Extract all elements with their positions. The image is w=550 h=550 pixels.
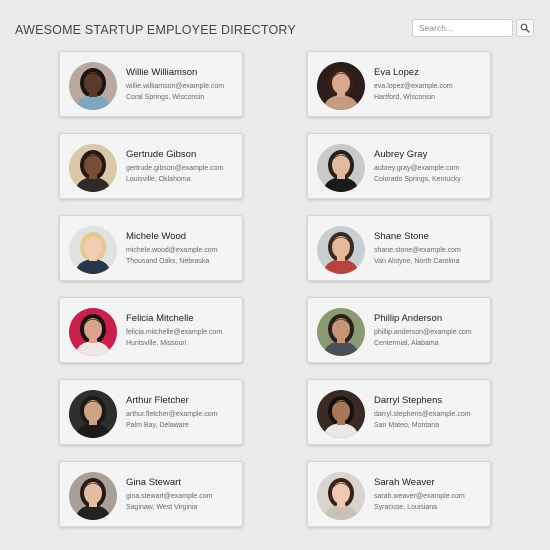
employee-name: Sarah Weaver — [374, 477, 435, 488]
employee-avatar — [69, 62, 117, 110]
employee-card[interactable]: Arthur Fletcher arthur.fletcher@example.c… — [59, 379, 243, 445]
employee-card[interactable]: Gertrude Gibson gertrude.gibson@example.c… — [59, 133, 243, 199]
employee-email: gertrude.gibson@example.com — [126, 165, 224, 172]
search-form — [412, 19, 534, 38]
employee-email: gina.stewart@example.com — [126, 493, 213, 500]
employee-card[interactable]: Darryl Stephens darryl.stephens@example.c… — [307, 379, 491, 445]
employee-email: eva.lopez@example.com — [374, 83, 453, 90]
employee-location: Centennial, Alabama — [374, 340, 439, 347]
employee-email: felicia.mitchelle@example.com — [126, 329, 223, 336]
employee-name: Phillip Anderson — [374, 313, 443, 324]
employee-avatar — [317, 308, 365, 356]
employee-info: Darryl Stephens darryl.stephens@example.c… — [374, 394, 490, 430]
employee-location: San Mateo, Montana — [374, 422, 439, 429]
employee-name: Shane Stone — [374, 231, 429, 242]
employee-location: Huntsville, Missouri — [126, 340, 187, 347]
employee-email: willie.williamson@example.com — [126, 83, 225, 90]
employee-card[interactable]: Eva Lopez eva.lopez@example.com Hartford, … — [307, 51, 491, 117]
employee-email: sarah.weaver@example.com — [374, 493, 465, 500]
employee-email: phillip.anderson@example.com — [374, 329, 472, 336]
employee-name: Arthur Fletcher — [126, 395, 189, 406]
employee-info: Shane Stone shane.stone@example.com Van Al… — [374, 230, 490, 266]
employee-location: Van Alstyne, North Carolina — [374, 258, 460, 265]
employee-avatar — [69, 308, 117, 356]
employee-location: Thousand Oaks, Nebraska — [126, 258, 210, 265]
employee-info: Felicia Mitchelle felicia.mitchelle@examp… — [126, 312, 242, 348]
employee-avatar — [317, 62, 365, 110]
employee-name: Eva Lopez — [374, 67, 419, 78]
employee-name: Aubrey Gray — [374, 149, 428, 160]
employee-card[interactable]: Willie Williamson willie.williamson@examp… — [59, 51, 243, 117]
employee-avatar — [317, 472, 365, 520]
employee-avatar — [317, 144, 365, 192]
page-title: AWESOME STARTUP EMPLOYEE DIRECTORY — [15, 23, 296, 37]
employee-avatar — [317, 390, 365, 438]
employee-card[interactable]: Shane Stone shane.stone@example.com Van Al… — [307, 215, 491, 281]
employee-email: darryl.stephens@example.com — [374, 411, 471, 418]
employee-avatar — [69, 144, 117, 192]
employee-email: arthur.fletcher@example.com — [126, 411, 218, 418]
employee-name: Willie Williamson — [126, 67, 198, 78]
employee-location: Louisville, Oklahoma — [126, 176, 191, 183]
employee-name: Gertrude Gibson — [126, 149, 197, 160]
employee-avatar — [69, 226, 117, 274]
employee-card[interactable]: Phillip Anderson phillip.anderson@example… — [307, 297, 491, 363]
employee-info: Gina Stewart gina.stewart@example.com Sagi… — [126, 476, 242, 512]
employee-info: Willie Williamson willie.williamson@examp… — [126, 66, 242, 102]
employee-location: Colorado Springs, Kentucky — [374, 176, 461, 183]
employee-location: Saginaw, West Virginia — [126, 504, 198, 511]
search-input[interactable] — [412, 19, 513, 37]
employee-location: Hartford, Wisconsin — [374, 94, 436, 101]
employee-info: Arthur Fletcher arthur.fletcher@example.c… — [126, 394, 242, 430]
employee-location: Syracuse, Louisiana — [374, 504, 438, 511]
employee-location: Coral Springs, Wisconsin — [126, 94, 205, 101]
employee-name: Michele Wood — [126, 231, 187, 242]
employee-avatar — [69, 472, 117, 520]
employee-location: Palm Bay, Delaware — [126, 422, 189, 429]
employee-info: Sarah Weaver sarah.weaver@example.com Syra… — [374, 476, 490, 512]
employee-email: aubrey.gray@example.com — [374, 165, 460, 172]
employee-card[interactable]: Sarah Weaver sarah.weaver@example.com Syra… — [307, 461, 491, 527]
employee-card[interactable]: Michele Wood michele.wood@example.com Thou… — [59, 215, 243, 281]
employee-info: Michele Wood michele.wood@example.com Thou… — [126, 230, 242, 266]
employee-info: Aubrey Gray aubrey.gray@example.com Colora… — [374, 148, 490, 184]
employee-avatar — [317, 226, 365, 274]
employee-info: Gertrude Gibson gertrude.gibson@example.c… — [126, 148, 242, 184]
employee-card[interactable]: Felicia Mitchelle felicia.mitchelle@examp… — [59, 297, 243, 363]
employee-card[interactable]: Gina Stewart gina.stewart@example.com Sagi… — [59, 461, 243, 527]
page-header: AWESOME STARTUP EMPLOYEE DIRECTORY — [0, 0, 550, 52]
employee-info: Eva Lopez eva.lopez@example.com Hartford, … — [374, 66, 490, 102]
employee-name: Gina Stewart — [126, 477, 181, 488]
search-button[interactable] — [516, 19, 534, 37]
search-icon — [520, 21, 530, 36]
employee-avatar — [69, 390, 117, 438]
employee-card[interactable]: Aubrey Gray aubrey.gray@example.com Colora… — [307, 133, 491, 199]
employee-email: michele.wood@example.com — [126, 247, 218, 254]
employee-email: shane.stone@example.com — [374, 247, 461, 254]
employee-name: Darryl Stephens — [374, 395, 443, 406]
employee-info: Phillip Anderson phillip.anderson@example… — [374, 312, 490, 348]
employee-name: Felicia Mitchelle — [126, 313, 194, 324]
